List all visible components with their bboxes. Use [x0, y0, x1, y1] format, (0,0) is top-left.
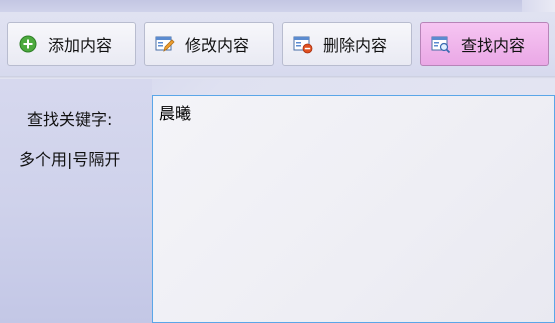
title-band-highlight	[522, 0, 555, 12]
edit-content-button[interactable]: 修改内容	[144, 22, 274, 66]
edit-form-icon	[155, 34, 175, 54]
search-form-icon	[431, 34, 451, 54]
delete-content-label: 删除内容	[323, 36, 388, 55]
add-content-label: 添加内容	[48, 36, 113, 55]
edit-content-label: 修改内容	[185, 36, 250, 55]
search-content-label: 查找内容	[461, 36, 526, 55]
title-band	[0, 0, 555, 12]
search-keyword-label: 查找关键字:	[27, 110, 113, 129]
separator-hint-label: 多个用|号隔开	[19, 150, 121, 169]
keyword-textarea[interactable]: 晨曦	[152, 95, 555, 323]
delete-content-button[interactable]: 删除内容	[282, 22, 412, 66]
delete-form-icon	[293, 34, 313, 54]
add-content-button[interactable]: 添加内容	[7, 22, 136, 66]
plus-circle-icon	[18, 34, 38, 54]
search-content-button[interactable]: 查找内容	[420, 22, 549, 66]
